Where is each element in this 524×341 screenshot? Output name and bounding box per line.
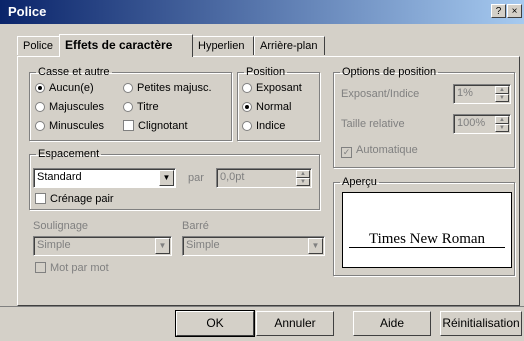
tab-arriere-plan[interactable]: Arrière-plan <box>254 36 325 55</box>
checkbox-box: ✓ <box>341 147 352 158</box>
radio-dot <box>242 83 252 93</box>
font-dialog: Police ? × Police Effets de caractère Hy… <box>0 0 524 341</box>
spin-up-icon: ▲ <box>495 116 509 124</box>
radio-dot <box>123 102 133 112</box>
radio-label: Petites majusc. <box>137 82 212 94</box>
aide-button[interactable]: Aide <box>353 311 431 336</box>
checkbox-crenage-pair[interactable]: Crénage pair <box>35 193 114 205</box>
radio-dot <box>242 102 252 112</box>
checkbox-box <box>35 193 46 204</box>
radio-exposant[interactable]: Exposant <box>242 82 302 94</box>
radio-majuscules[interactable]: Majuscules <box>35 101 104 113</box>
radio-normal[interactable]: Normal <box>242 101 291 113</box>
chevron-down-icon[interactable]: ▼ <box>159 170 174 186</box>
select-value: Simple <box>37 239 71 251</box>
preview-box: Times New Roman <box>342 192 512 268</box>
spin-up-icon: ▲ <box>495 86 509 94</box>
radio-dot <box>242 121 252 131</box>
tab-hyperlien[interactable]: Hyperlien <box>192 36 254 55</box>
barre-label: Barré <box>182 220 209 232</box>
checkbox-label: Automatique <box>356 144 418 156</box>
checkbox-label: Crénage pair <box>50 193 114 205</box>
casse-legend: Casse et autre <box>38 66 110 78</box>
chevron-down-icon: ▼ <box>308 238 323 254</box>
preview-text: Times New Roman <box>366 231 488 247</box>
checkbox-label: Clignotant <box>138 120 188 132</box>
espacement-legend: Espacement <box>38 148 100 160</box>
spinner-value: 100% <box>457 117 486 129</box>
radio-indice[interactable]: Indice <box>242 120 285 132</box>
checkbox-automatique: ✓ Automatique <box>341 144 418 158</box>
radio-titre[interactable]: Titre <box>123 101 159 113</box>
checkbox-label: Mot par mot <box>50 262 109 274</box>
spin-down-icon: ▼ <box>296 178 310 186</box>
spinner-value: 1% <box>457 87 473 99</box>
par-label: par <box>188 172 204 184</box>
annuler-button[interactable]: Annuler <box>256 311 334 336</box>
taille-relative-spinner: 100% ▲ ▼ <box>453 114 511 134</box>
reinitialisation-button[interactable]: Réinitialisation <box>440 311 522 336</box>
radio-label: Majuscules <box>49 101 105 113</box>
radio-label: Minuscules <box>49 120 105 132</box>
exposant-indice-spinner: 1% ▲ ▼ <box>453 84 511 104</box>
spinner-buttons: ▲ ▼ <box>495 116 509 132</box>
radio-label: Aucun(e) <box>49 82 94 94</box>
par-spinner: 0,0pt ▲ ▼ <box>216 168 312 188</box>
button-bar-separator <box>0 306 524 307</box>
select-value: Standard <box>37 171 82 183</box>
position-legend: Position <box>246 66 286 78</box>
spinner-buttons: ▲ ▼ <box>296 170 310 186</box>
taille-relative-label: Taille relative <box>341 118 405 130</box>
help-icon[interactable]: ? <box>491 4 506 18</box>
radio-label: Titre <box>137 101 159 113</box>
title-bar[interactable]: Police ? × <box>0 0 524 24</box>
radio-dot <box>123 83 133 93</box>
radio-dot <box>35 121 45 131</box>
tab-effets-de-caractere[interactable]: Effets de caractère <box>59 34 193 57</box>
preview-text-wrap: Times New Roman <box>343 231 511 248</box>
chevron-down-icon: ▼ <box>155 238 170 254</box>
espacement-select[interactable]: Standard ▼ <box>33 168 176 188</box>
select-value: Simple <box>186 239 220 251</box>
ok-button[interactable]: OK <box>175 310 255 337</box>
radio-dot <box>35 83 45 93</box>
checkbox-mot-par-mot: Mot par mot <box>35 262 109 274</box>
window-title: Police <box>8 4 47 19</box>
radio-label: Exposant <box>256 82 302 94</box>
checkbox-box <box>35 262 46 273</box>
close-icon[interactable]: × <box>507 4 522 18</box>
apercu-legend: Aperçu <box>342 176 377 188</box>
spinner-value: 0,0pt <box>220 171 245 183</box>
radio-label: Indice <box>256 120 286 132</box>
spin-down-icon: ▼ <box>495 94 509 102</box>
tab-police[interactable]: Police <box>17 36 61 55</box>
radio-petites-majusc[interactable]: Petites majusc. <box>123 82 212 94</box>
spin-down-icon: ▼ <box>495 124 509 132</box>
spin-up-icon: ▲ <box>296 170 310 178</box>
radio-minuscules[interactable]: Minuscules <box>35 120 104 132</box>
radio-dot <box>35 102 45 112</box>
checkbox-clignotant[interactable]: Clignotant <box>123 120 188 132</box>
spinner-buttons: ▲ ▼ <box>495 86 509 102</box>
exposant-indice-label: Exposant/Indice <box>341 88 420 100</box>
options-legend: Options de position <box>342 66 437 78</box>
soulignage-label: Soulignage <box>33 220 89 232</box>
barre-select: Simple ▼ <box>182 236 325 256</box>
soulignage-select: Simple ▼ <box>33 236 172 256</box>
checkbox-box <box>123 120 134 131</box>
radio-label: Normal <box>256 101 292 113</box>
radio-aucun[interactable]: Aucun(e) <box>35 82 94 94</box>
